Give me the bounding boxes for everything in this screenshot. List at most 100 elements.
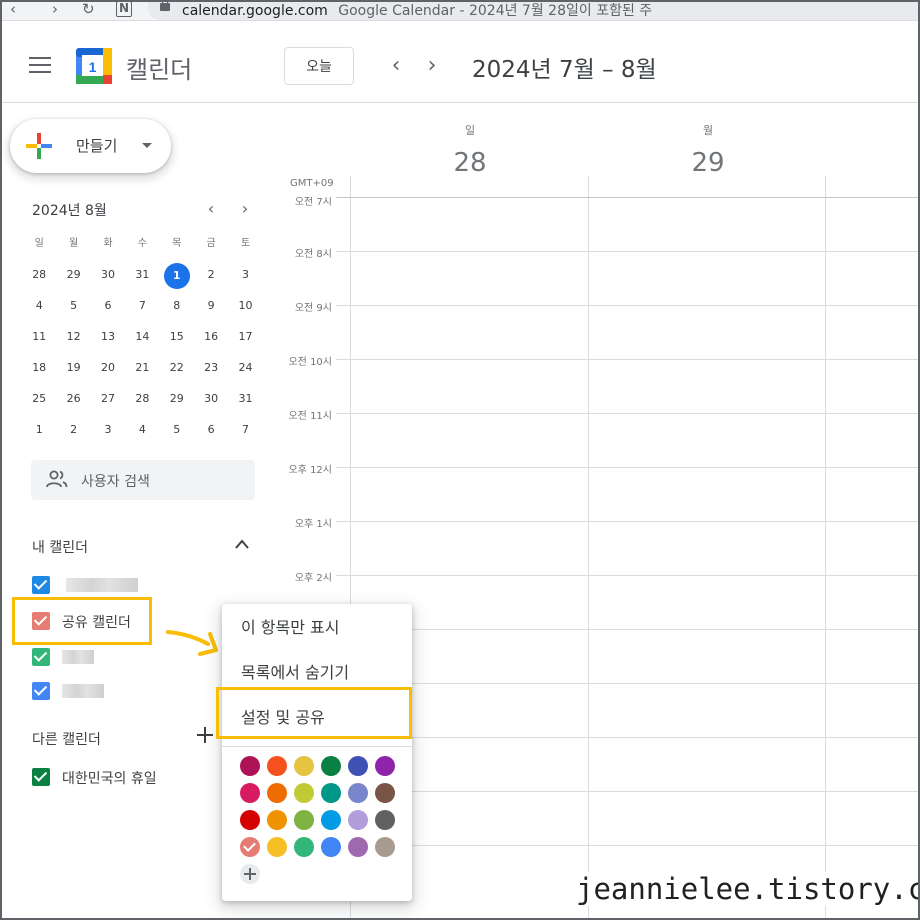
mini-calendar-day[interactable]: 28 xyxy=(125,387,159,418)
grid-divider xyxy=(588,176,589,920)
color-swatch[interactable] xyxy=(321,783,341,803)
mini-calendar-day[interactable]: 23 xyxy=(194,356,228,387)
create-button[interactable]: 만들기 xyxy=(10,119,171,173)
today-button[interactable]: 오늘 xyxy=(284,47,354,85)
calendar-checkbox[interactable] xyxy=(32,768,50,786)
mini-calendar-day[interactable]: 31 xyxy=(228,387,262,418)
color-swatch[interactable] xyxy=(294,756,314,776)
mini-calendar-day[interactable]: 13 xyxy=(91,325,125,356)
calendar-checkbox[interactable] xyxy=(32,576,50,594)
next-week-icon[interactable]: › xyxy=(420,52,444,80)
blurred-label xyxy=(62,684,104,698)
mini-calendar-day[interactable]: 25 xyxy=(22,387,56,418)
mini-calendar-day[interactable]: 15 xyxy=(160,325,194,356)
color-swatch[interactable] xyxy=(348,810,368,830)
reload-icon[interactable]: ↻ xyxy=(82,0,95,20)
mini-calendar-day[interactable]: 31 xyxy=(125,263,159,294)
extension-icon[interactable]: N xyxy=(116,1,132,17)
mini-calendar-day[interactable]: 17 xyxy=(228,325,262,356)
add-calendar-icon[interactable] xyxy=(196,726,214,744)
color-swatch[interactable] xyxy=(375,783,395,803)
mini-prev-icon[interactable]: ‹ xyxy=(202,199,220,219)
mini-calendar-day[interactable]: 24 xyxy=(228,356,262,387)
grid-divider xyxy=(825,176,826,920)
prev-week-icon[interactable]: ‹ xyxy=(384,52,408,80)
main-menu-icon[interactable] xyxy=(29,57,51,73)
address-bar[interactable]: calendar.google.com Google Calendar - 20… xyxy=(148,0,920,20)
hour-line xyxy=(336,413,920,414)
mini-calendar-day[interactable]: 14 xyxy=(125,325,159,356)
mini-calendar-day[interactable]: 5 xyxy=(160,418,194,449)
color-swatch[interactable] xyxy=(267,810,287,830)
mini-calendar-day[interactable]: 12 xyxy=(56,325,90,356)
color-swatch[interactable] xyxy=(240,783,260,803)
forward-icon[interactable]: › xyxy=(52,0,58,20)
chevron-up-icon[interactable] xyxy=(234,538,250,550)
day-number: 29 xyxy=(169,392,184,405)
other-calendars-title[interactable]: 다른 캘린더 xyxy=(32,729,101,749)
mini-calendar-day[interactable]: 26 xyxy=(56,387,90,418)
calendar-checkbox[interactable] xyxy=(32,682,50,700)
mini-calendar-day[interactable]: 6 xyxy=(194,418,228,449)
color-swatch[interactable] xyxy=(348,783,368,803)
mini-calendar-day[interactable]: 3 xyxy=(91,418,125,449)
mini-calendar-day[interactable]: 10 xyxy=(228,294,262,325)
mini-calendar-day[interactable]: 1 xyxy=(22,418,56,449)
my-calendars-title[interactable]: 내 캘린더 xyxy=(32,537,88,557)
mini-calendar-day[interactable]: 27 xyxy=(91,387,125,418)
calendar-checkbox[interactable] xyxy=(32,648,50,666)
mini-calendar-day[interactable]: 22 xyxy=(160,356,194,387)
mini-calendar-day[interactable]: 4 xyxy=(125,418,159,449)
mini-calendar-day[interactable]: 20 xyxy=(91,356,125,387)
mini-calendar-day[interactable]: 2 xyxy=(56,418,90,449)
color-swatch[interactable] xyxy=(294,783,314,803)
mini-calendar-day[interactable]: 19 xyxy=(56,356,90,387)
mini-next-icon[interactable]: › xyxy=(236,199,254,219)
color-swatch[interactable] xyxy=(375,810,395,830)
add-custom-color-icon[interactable] xyxy=(240,864,260,884)
menu-item-display-only[interactable]: 이 항목만 표시 xyxy=(222,604,412,646)
color-swatch[interactable] xyxy=(294,837,314,857)
color-swatch[interactable] xyxy=(267,837,287,857)
color-swatch[interactable] xyxy=(240,756,260,776)
mini-calendar-day[interactable]: 30 xyxy=(91,263,125,294)
color-swatch[interactable] xyxy=(348,837,368,857)
color-swatch[interactable] xyxy=(375,756,395,776)
mini-calendar-day[interactable]: 7 xyxy=(125,294,159,325)
mini-calendar-day[interactable]: 7 xyxy=(228,418,262,449)
color-swatch[interactable] xyxy=(267,783,287,803)
mini-calendar-day[interactable]: 8 xyxy=(160,294,194,325)
back-icon[interactable]: ‹ xyxy=(10,0,16,20)
day-number-29[interactable]: 29 xyxy=(678,148,738,178)
mini-calendar-day[interactable]: 29 xyxy=(56,263,90,294)
mini-calendar-day[interactable]: 9 xyxy=(194,294,228,325)
search-people-input[interactable]: 사용자 검색 xyxy=(31,460,255,500)
mini-calendar-day[interactable]: 16 xyxy=(194,325,228,356)
mini-calendar-day[interactable]: 29 xyxy=(160,387,194,418)
mini-calendar-day[interactable]: 1 xyxy=(160,263,194,294)
mini-calendar-day[interactable]: 4 xyxy=(22,294,56,325)
mini-calendar-day[interactable]: 18 xyxy=(22,356,56,387)
mini-calendar-day[interactable]: 6 xyxy=(91,294,125,325)
mini-calendar-day[interactable]: 28 xyxy=(22,263,56,294)
color-swatch[interactable] xyxy=(321,837,341,857)
mini-calendar-day[interactable]: 30 xyxy=(194,387,228,418)
mini-calendar-day[interactable]: 3 xyxy=(228,263,262,294)
color-swatch[interactable] xyxy=(240,810,260,830)
mini-calendar-day[interactable]: 5 xyxy=(56,294,90,325)
day-number-28[interactable]: 28 xyxy=(440,148,500,178)
mini-calendar-day[interactable]: 11 xyxy=(22,325,56,356)
day-number: 14 xyxy=(135,330,150,343)
mini-calendar-day[interactable]: 2 xyxy=(194,263,228,294)
hour-line xyxy=(336,575,920,576)
mini-calendar-day[interactable]: 21 xyxy=(125,356,159,387)
color-swatch[interactable] xyxy=(375,837,395,857)
color-swatch[interactable] xyxy=(294,810,314,830)
color-swatch[interactable] xyxy=(321,756,341,776)
menu-item-hide-from-list[interactable]: 목록에서 숨기기 xyxy=(222,649,412,691)
arrow-annotation-icon xyxy=(166,630,218,656)
color-swatch[interactable] xyxy=(321,810,341,830)
color-swatch[interactable] xyxy=(348,756,368,776)
color-swatch[interactable] xyxy=(267,756,287,776)
color-swatch[interactable] xyxy=(240,837,260,857)
